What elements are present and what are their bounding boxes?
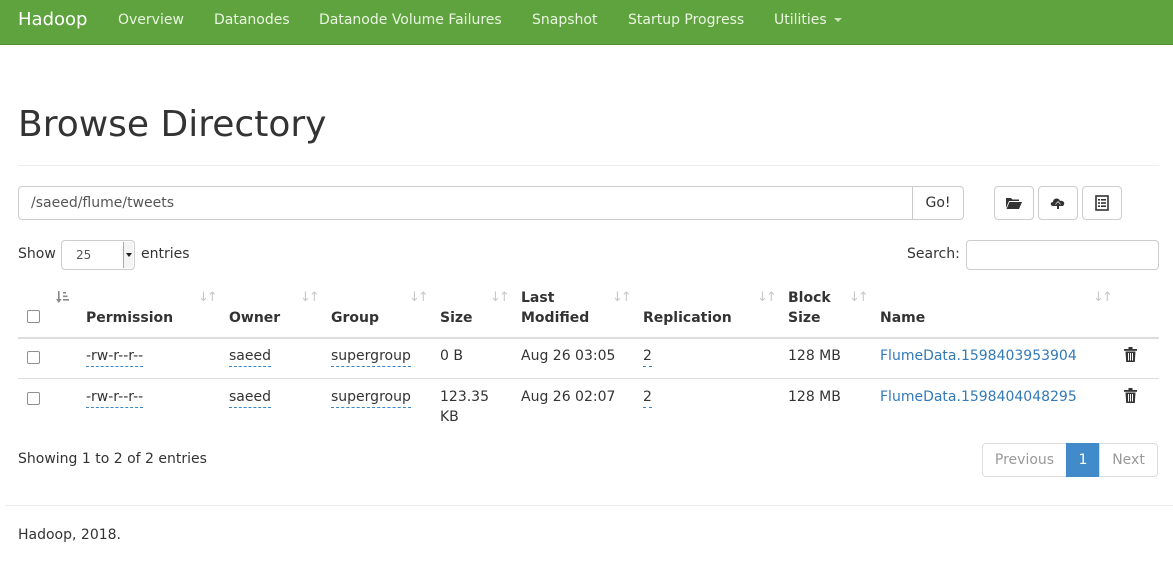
column-last-modified[interactable]: Last Modified xyxy=(521,288,589,328)
previous-page-button[interactable]: Previous xyxy=(982,443,1067,477)
nav-datanode-volume-failures[interactable]: Datanode Volume Failures xyxy=(319,12,502,28)
cloud-upload-icon xyxy=(1050,198,1065,209)
sort-both-icon: ↓↑ xyxy=(757,290,777,305)
sort-both-icon: ↓↑ xyxy=(849,290,869,305)
cut-paste-button[interactable] xyxy=(1082,186,1122,220)
search-input[interactable] xyxy=(966,240,1159,270)
column-size[interactable]: Size xyxy=(440,308,473,328)
entries-label: entries xyxy=(141,246,190,262)
entries-per-page-select[interactable]: 25 xyxy=(61,240,135,270)
column-name[interactable]: Name xyxy=(880,308,925,328)
sort-both-icon: ↓↑ xyxy=(300,290,320,305)
header-divider xyxy=(18,337,1159,339)
page-title: Browse Directory xyxy=(18,104,327,145)
nav-startup-progress[interactable]: Startup Progress xyxy=(628,12,744,28)
permission-editable[interactable]: -rw-r--r-- xyxy=(86,346,144,367)
upload-files-button[interactable] xyxy=(1038,186,1078,220)
search-label: Search: xyxy=(907,246,960,262)
column-group[interactable]: Group xyxy=(331,308,379,328)
file-name-link[interactable]: FlumeData.1598403953904 xyxy=(880,346,1077,366)
permission-editable[interactable]: -rw-r--r-- xyxy=(86,387,144,408)
file-name-link[interactable]: FlumeData.1598404048295 xyxy=(880,387,1077,407)
page-1-button[interactable]: 1 xyxy=(1066,443,1100,477)
brand-link[interactable]: Hadoop xyxy=(18,9,87,30)
column-block-size-line1: Block xyxy=(788,290,831,306)
block-size-cell: 128 MB xyxy=(788,348,841,364)
block-size-cell: 128 MB xyxy=(788,389,841,405)
row-checkbox[interactable] xyxy=(27,392,40,405)
column-last-modified-line2: Modified xyxy=(521,310,590,326)
size-cell: 123.35 KB xyxy=(440,387,489,427)
nav-overview[interactable]: Overview xyxy=(118,12,184,28)
column-permission[interactable]: Permission xyxy=(86,308,173,328)
go-button[interactable]: Go! xyxy=(912,186,964,220)
sort-both-icon: ↓↑ xyxy=(612,290,632,305)
nav-utilities-dropdown[interactable]: Utilities xyxy=(774,12,842,28)
row-checkbox[interactable] xyxy=(27,351,40,364)
row-divider xyxy=(18,378,1159,379)
pagination: Previous 1 Next xyxy=(982,443,1158,477)
table-info: Showing 1 to 2 of 2 entries xyxy=(18,451,207,467)
owner-editable[interactable]: saeed xyxy=(229,387,271,408)
group-editable[interactable]: supergroup xyxy=(331,346,411,367)
sort-both-icon: ↓↑ xyxy=(1093,290,1113,305)
directory-path-input[interactable] xyxy=(18,186,913,220)
group-editable[interactable]: supergroup xyxy=(331,387,411,408)
title-divider xyxy=(18,165,1159,166)
column-block-size-line2: Size xyxy=(788,310,821,326)
folder-open-icon xyxy=(1006,198,1022,209)
show-label: Show xyxy=(18,246,56,262)
list-alt-icon xyxy=(1095,195,1109,211)
sort-both-icon: ↓↑ xyxy=(409,290,429,305)
column-replication[interactable]: Replication xyxy=(643,308,732,328)
column-block-size[interactable]: Block Size xyxy=(788,288,831,328)
nav-utilities-label: Utilities xyxy=(774,12,827,28)
footer-text: Hadoop, 2018. xyxy=(18,527,121,543)
trash-icon[interactable] xyxy=(1124,388,1137,407)
sort-asc-icon[interactable] xyxy=(56,290,70,308)
next-page-button[interactable]: Next xyxy=(1099,443,1158,477)
nav-snapshot[interactable]: Snapshot xyxy=(532,12,597,28)
entries-selected-value: 25 xyxy=(76,248,92,262)
column-last-modified-line1: Last xyxy=(521,290,555,306)
select-all-checkbox[interactable] xyxy=(27,310,40,323)
footer-divider xyxy=(5,505,1173,506)
trash-icon[interactable] xyxy=(1124,347,1137,366)
replication-editable[interactable]: 2 xyxy=(643,346,652,367)
size-cell: 0 B xyxy=(440,348,463,364)
create-directory-button[interactable] xyxy=(994,186,1034,220)
column-owner[interactable]: Owner xyxy=(229,308,280,328)
sort-both-icon: ↓↑ xyxy=(198,290,218,305)
nav-datanodes[interactable]: Datanodes xyxy=(214,12,290,28)
replication-editable[interactable]: 2 xyxy=(643,387,652,408)
size-unit: KB xyxy=(440,409,459,425)
caret-down-icon xyxy=(833,18,842,22)
last-modified-cell: Aug 26 03:05 xyxy=(521,348,616,364)
select-arrow-icon xyxy=(123,242,133,268)
top-navbar: Hadoop Overview Datanodes Datanode Volum… xyxy=(0,0,1173,45)
size-value: 123.35 xyxy=(440,389,489,405)
sort-both-icon: ↓↑ xyxy=(490,290,510,305)
owner-editable[interactable]: saeed xyxy=(229,346,271,367)
last-modified-cell: Aug 26 02:07 xyxy=(521,389,616,405)
